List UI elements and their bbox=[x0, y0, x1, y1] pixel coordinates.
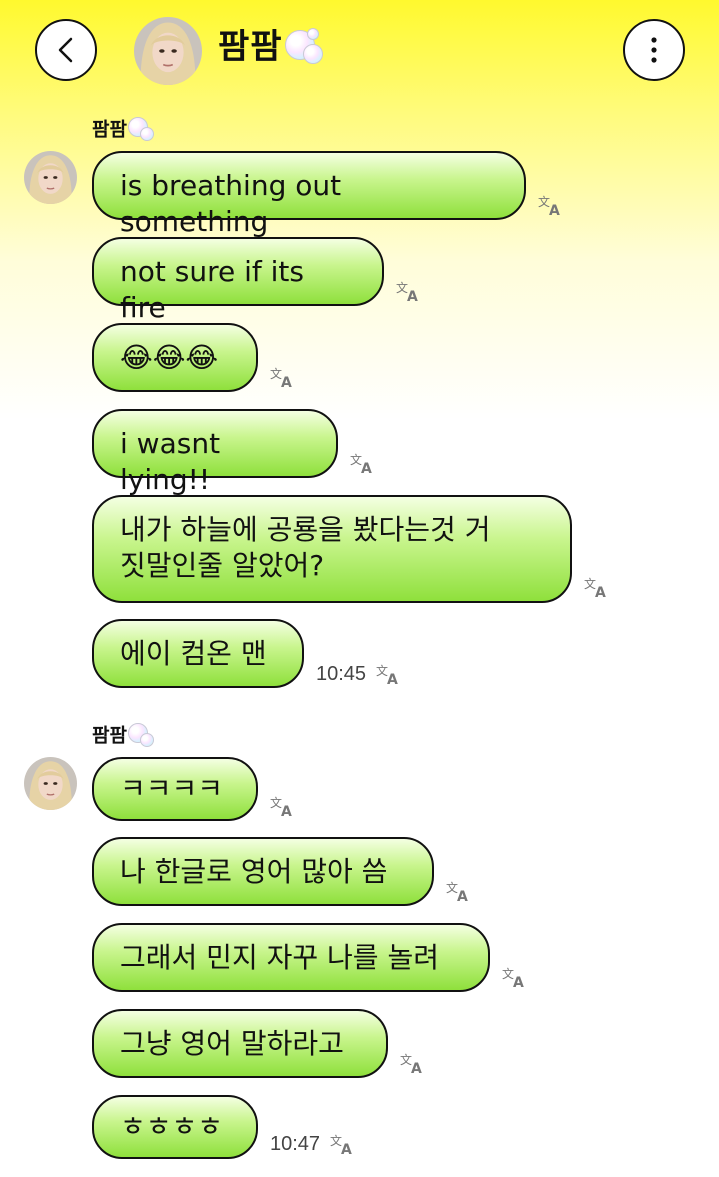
back-button[interactable] bbox=[35, 19, 97, 81]
message-meta bbox=[350, 451, 376, 475]
message-text: 내가 하늘에 공룡을 봤다는것 거 짓말인줄 알았어? bbox=[120, 513, 491, 582]
message-text: is breathing out something bbox=[120, 169, 342, 238]
message-text: 그냥 영어 말하라고 bbox=[120, 1027, 344, 1060]
message-text: ㅋㅋㅋㅋ bbox=[120, 772, 224, 805]
message-text: 그래서 민지 자꾸 나를 놀려 bbox=[120, 941, 439, 974]
translate-icon[interactable] bbox=[446, 879, 472, 903]
message-bubble[interactable]: 😂😂😂 bbox=[92, 323, 258, 392]
message-text: ㅎㅎㅎㅎ bbox=[120, 1110, 224, 1143]
message-time: 10:47 bbox=[270, 1132, 321, 1155]
message-bubble[interactable]: 에이 컴온 맨 bbox=[92, 619, 304, 688]
translate-icon[interactable] bbox=[270, 365, 296, 389]
header-avatar[interactable] bbox=[134, 17, 202, 85]
message-bubble[interactable]: 그래서 민지 자꾸 나를 놀려 bbox=[92, 923, 490, 992]
message-bubble[interactable]: i wasnt lying!! bbox=[92, 409, 338, 496]
message-bubble[interactable]: 내가 하늘에 공룡을 봤다는것 거 짓말인줄 알았어? bbox=[92, 495, 572, 603]
message-bubble[interactable]: is breathing out something bbox=[92, 151, 526, 238]
message-text: 나 한글로 영어 많아 씀 bbox=[120, 855, 388, 888]
message-text: 에이 컴온 맨 bbox=[120, 637, 267, 670]
translate-icon[interactable] bbox=[400, 1051, 426, 1075]
message-text: not sure if its fire bbox=[120, 255, 304, 324]
message-meta bbox=[270, 365, 296, 389]
more-options-button[interactable] bbox=[623, 19, 685, 81]
bubbles-icon bbox=[127, 721, 157, 751]
translate-icon[interactable] bbox=[270, 794, 296, 818]
message-meta: 10:45 bbox=[316, 662, 402, 686]
message-meta bbox=[584, 575, 610, 599]
more-vertical-icon bbox=[651, 37, 657, 63]
sender-avatar[interactable] bbox=[24, 151, 77, 204]
message-text: 😂😂😂 bbox=[120, 341, 219, 374]
message-meta bbox=[446, 879, 472, 903]
translate-icon[interactable] bbox=[538, 193, 564, 217]
sender-avatar[interactable] bbox=[24, 757, 77, 810]
message-bubble[interactable]: 그냥 영어 말하라고 bbox=[92, 1009, 388, 1078]
bubbles-icon bbox=[283, 26, 329, 72]
translate-icon[interactable] bbox=[502, 965, 528, 989]
chevron-left-icon bbox=[58, 37, 73, 63]
translate-icon[interactable] bbox=[584, 575, 610, 599]
translate-icon[interactable] bbox=[376, 662, 402, 686]
translate-icon[interactable] bbox=[330, 1132, 356, 1156]
message-meta bbox=[270, 794, 296, 818]
message-bubble[interactable]: ㅋㅋㅋㅋ bbox=[92, 757, 258, 821]
chat-title: 팜팜 bbox=[218, 27, 283, 67]
message-bubble[interactable]: 나 한글로 영어 많아 씀 bbox=[92, 837, 434, 906]
sender-name: 팜팜 bbox=[92, 115, 157, 145]
message-meta: 10:47 bbox=[270, 1132, 356, 1156]
message-meta bbox=[396, 279, 422, 303]
message-text: i wasnt lying!! bbox=[120, 427, 221, 496]
page-title: 팜팜 bbox=[218, 22, 329, 72]
translate-icon[interactable] bbox=[350, 451, 376, 475]
message-bubble[interactable]: ㅎㅎㅎㅎ bbox=[92, 1095, 258, 1159]
message-meta bbox=[502, 965, 528, 989]
message-bubble[interactable]: not sure if its fire bbox=[92, 237, 384, 324]
sender-label: 팜팜 bbox=[92, 724, 127, 747]
sender-name: 팜팜 bbox=[92, 721, 157, 751]
sender-label: 팜팜 bbox=[92, 118, 127, 141]
message-meta bbox=[400, 1051, 426, 1075]
message-meta bbox=[538, 193, 564, 217]
chat-header: 팜팜 bbox=[0, 0, 719, 104]
bubbles-icon bbox=[127, 115, 157, 145]
message-time: 10:45 bbox=[316, 662, 367, 685]
translate-icon[interactable] bbox=[396, 279, 422, 303]
